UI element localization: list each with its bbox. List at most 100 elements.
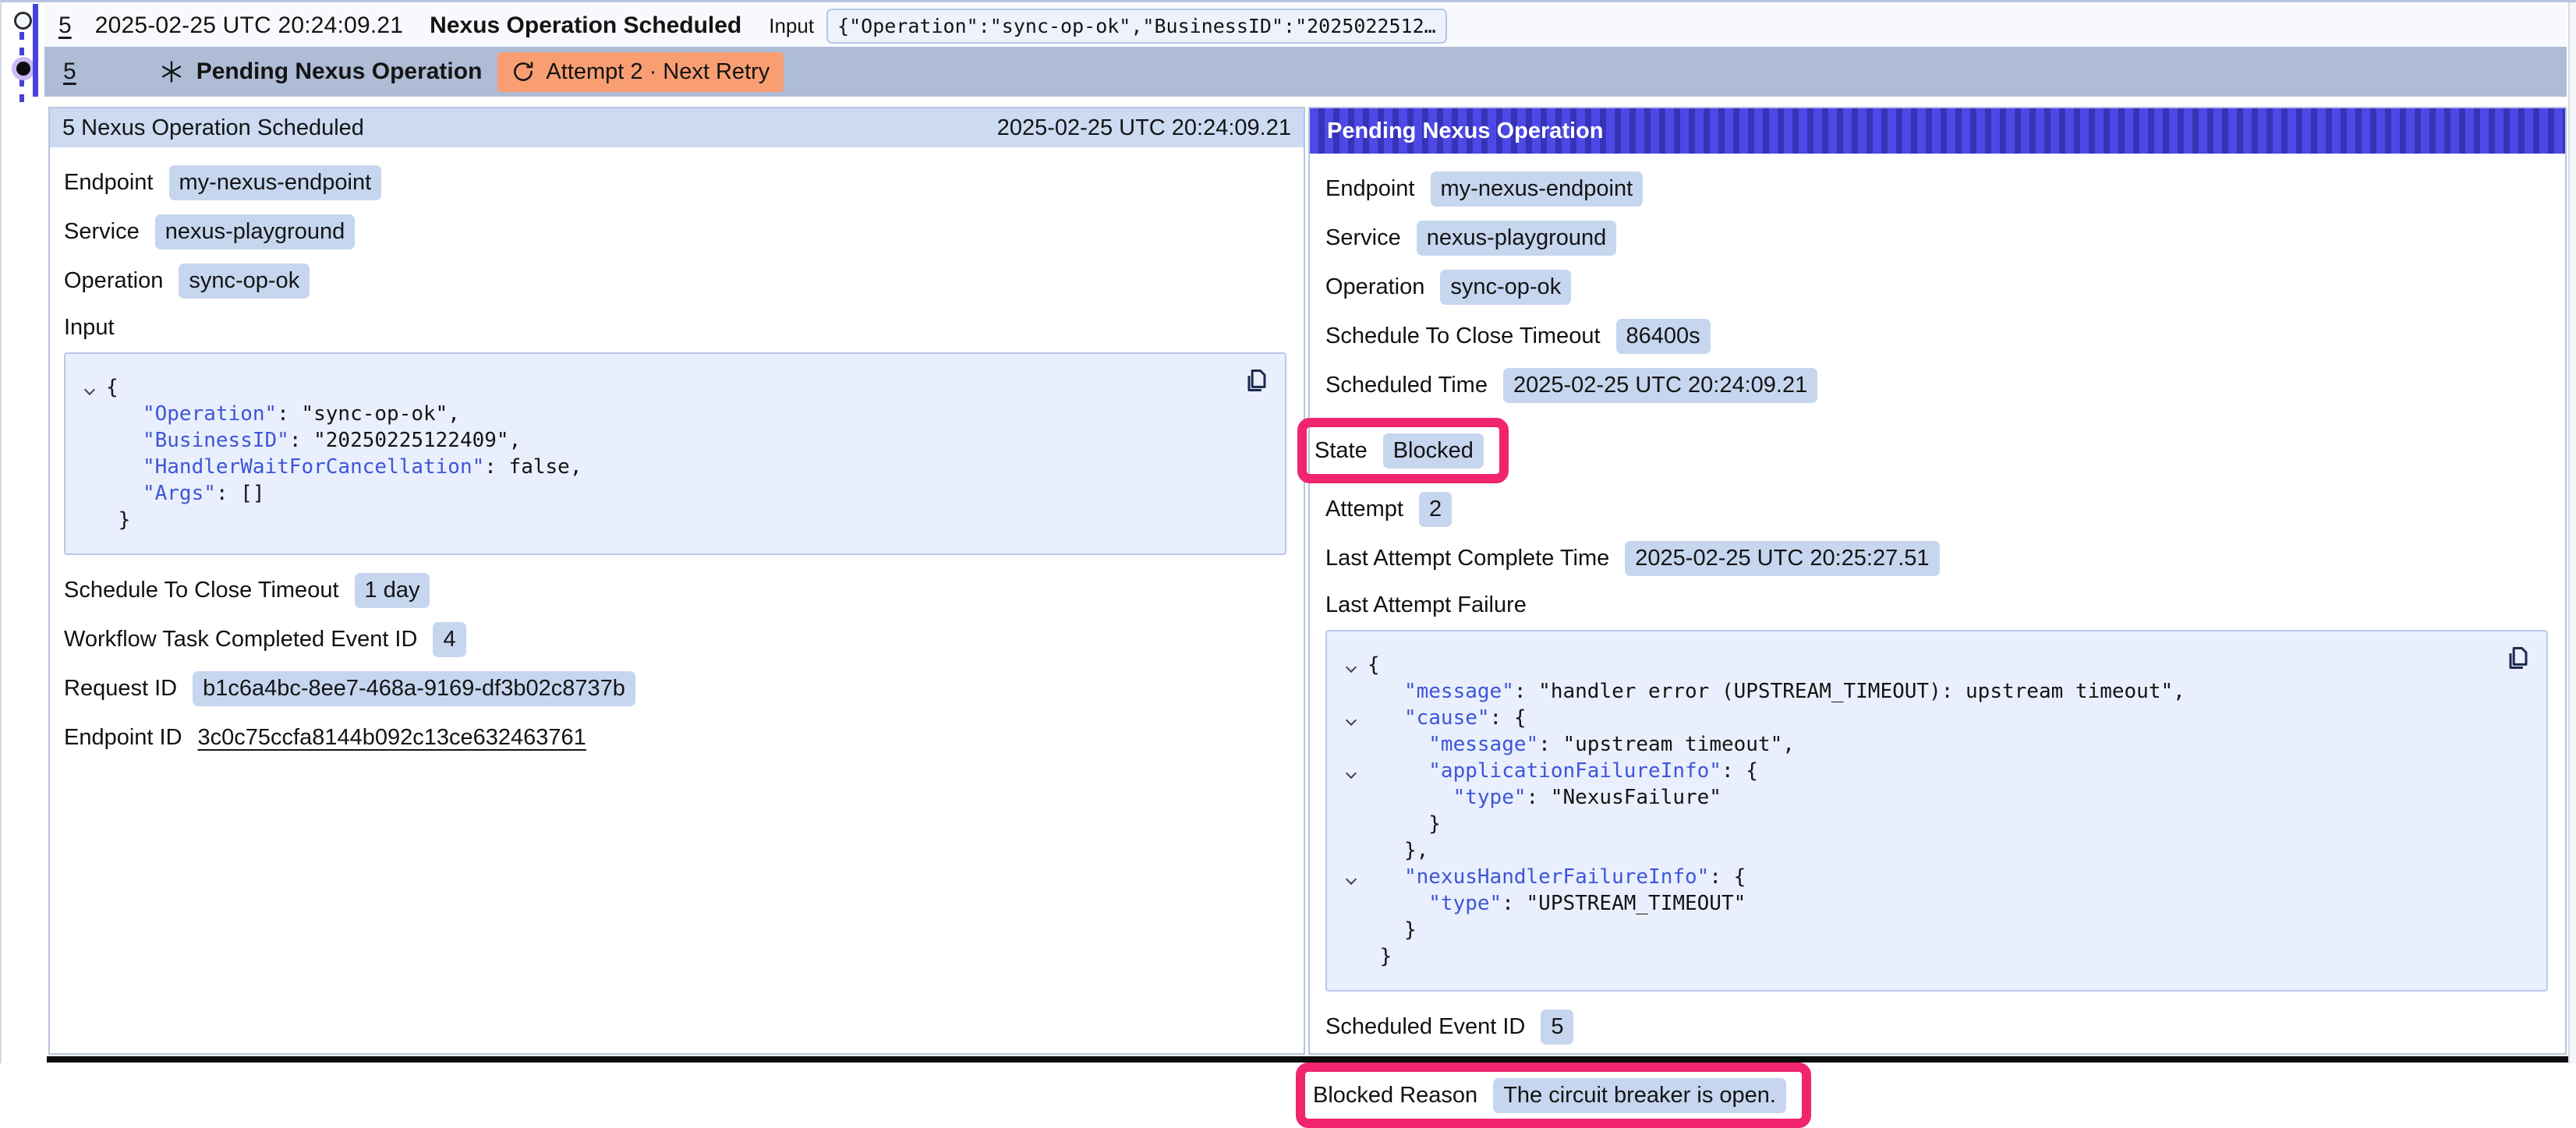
code-text: "cause": { — [1368, 705, 1527, 731]
field-row-scheduled-event-id: Scheduled Event ID 5 — [1325, 1009, 2549, 1045]
code-text: }, — [1368, 837, 1428, 864]
code-gutter — [73, 401, 106, 427]
field-row-input: Input — [64, 312, 1288, 343]
event-history-row-nexus-operation-scheduled[interactable]: 5 2025-02-25 UTC 20:24:09.21 Nexus Opera… — [44, 5, 2567, 47]
code-gutter — [1335, 943, 1368, 970]
code-gutter — [1335, 890, 1368, 917]
code-text: } — [1368, 811, 1441, 837]
code-line: "cause": { — [1335, 705, 2528, 731]
code-text: "message": "upstream timeout", — [1368, 731, 1795, 758]
event-detail-panel-title: 5 Nexus Operation Scheduled — [62, 115, 364, 141]
event-input-label: Input — [769, 14, 814, 38]
state-annotation-box: State Blocked — [1297, 418, 1509, 483]
retry-icon — [511, 60, 535, 83]
pending-panel-header: Pending Nexus Operation — [1310, 108, 2565, 154]
request-id-chip: b1c6a4bc-8ee7-468a-9169-df3b02c8737b — [193, 671, 635, 706]
collapse-chevron-icon[interactable] — [1335, 758, 1368, 784]
collapse-chevron-icon[interactable] — [1335, 864, 1368, 890]
code-gutter — [1335, 678, 1368, 705]
attempt-label: Attempt — [1325, 497, 1403, 522]
retry-status-badge: Attempt 2 · Next Retry — [497, 52, 784, 92]
field-row-request-id: Request ID b1c6a4bc-8ee7-468a-9169-df3b0… — [64, 670, 1288, 706]
schedule-to-close-timeout-label: Schedule To Close Timeout — [64, 578, 339, 603]
code-line: "HandlerWaitForCancellation": false, — [73, 454, 1266, 480]
operation-label: Operation — [64, 268, 163, 294]
code-gutter — [73, 427, 106, 454]
code-text: "HandlerWaitForCancellation": false, — [106, 454, 582, 480]
code-line: }, — [1335, 837, 2528, 864]
code-line: "type": "NexusFailure" — [1335, 784, 2528, 811]
field-row-service: Service nexus-playground — [1325, 220, 2549, 256]
copy-button[interactable] — [1241, 365, 1272, 396]
workflow-task-completed-event-id-label: Workflow Task Completed Event ID — [64, 627, 417, 652]
timeline-pending-node-core — [16, 62, 30, 76]
code-gutter — [1335, 731, 1368, 758]
request-id-label: Request ID — [64, 676, 177, 702]
pending-asterisk-icon — [159, 59, 184, 84]
copy-icon — [1241, 365, 1272, 396]
last-attempt-failure-json-viewer: { "message": "handler error (UPSTREAM_TI… — [1325, 630, 2548, 992]
endpoint-value-chip: my-nexus-endpoint — [1431, 171, 1644, 207]
code-text: "nexusHandlerFailureInfo": { — [1368, 864, 1746, 890]
code-gutter — [1335, 811, 1368, 837]
state-label: State — [1315, 438, 1368, 464]
collapse-chevron-icon[interactable] — [73, 374, 106, 401]
last-attempt-failure-label: Last Attempt Failure — [1325, 592, 1527, 618]
pending-operation-title: Pending Nexus Operation — [196, 58, 483, 85]
event-input-preview-chip[interactable]: {"Operation":"sync-op-ok","BusinessID":"… — [826, 9, 1447, 44]
field-row-operation: Operation sync-op-ok — [64, 263, 1288, 299]
code-line: } — [1335, 917, 2528, 943]
scheduled-event-id-label: Scheduled Event ID — [1325, 1014, 1525, 1040]
workflow-task-completed-event-id-chip: 4 — [433, 622, 465, 657]
code-gutter — [1335, 837, 1368, 864]
field-row-last-attempt-failure: Last Attempt Failure — [1325, 589, 2549, 621]
code-text: "Operation": "sync-op-ok", — [106, 401, 460, 427]
bottom-divider-line — [47, 1056, 2571, 1063]
scheduled-time-label: Scheduled Time — [1325, 373, 1488, 398]
service-value-chip: nexus-playground — [155, 214, 356, 249]
collapse-chevron-icon[interactable] — [1335, 705, 1368, 731]
vertical-scrollbar[interactable] — [2568, 2, 2576, 1063]
pending-event-id-link[interactable]: 5 — [63, 58, 76, 85]
field-row-schedule-to-close-timeout: Schedule To Close Timeout 86400s — [1325, 318, 2549, 354]
code-text: } — [1368, 917, 1417, 943]
service-value-chip: nexus-playground — [1417, 221, 1617, 256]
code-text: "message": "handler error (UPSTREAM_TIME… — [1368, 678, 2185, 705]
code-text: } — [106, 507, 130, 533]
field-row-scheduled-time: Scheduled Time 2025-02-25 UTC 20:24:09.2… — [1325, 367, 2549, 403]
schedule-to-close-timeout-label: Schedule To Close Timeout — [1325, 324, 1601, 349]
endpoint-id-label: Endpoint ID — [64, 725, 182, 751]
copy-button[interactable] — [2503, 642, 2534, 674]
last-attempt-complete-time-chip: 2025-02-25 UTC 20:25:27.51 — [1625, 541, 1939, 576]
operation-label: Operation — [1325, 274, 1424, 300]
code-line: "message": "handler error (UPSTREAM_TIME… — [1335, 678, 2528, 705]
field-row-workflow-task-completed-event-id: Workflow Task Completed Event ID 4 — [64, 621, 1288, 657]
endpoint-id-link[interactable]: 3c0c75ccfa8144b092c13ce632463761 — [198, 725, 586, 751]
endpoint-label: Endpoint — [1325, 176, 1415, 202]
pending-panel-title: Pending Nexus Operation — [1327, 118, 1604, 144]
code-line: "type": "UPSTREAM_TIMEOUT" — [1335, 890, 2528, 917]
pending-operation-row[interactable]: 5 Pending Nexus Operation Attempt 2 · Ne… — [44, 47, 2567, 97]
event-detail-panel-header: 5 Nexus Operation Scheduled 2025-02-25 U… — [50, 108, 1304, 147]
state-value-chip: Blocked — [1383, 433, 1484, 469]
scheduled-event-id-chip: 5 — [1541, 1010, 1573, 1045]
operation-value-chip: sync-op-ok — [179, 263, 310, 299]
attempt-value-chip: 2 — [1419, 492, 1452, 527]
selected-group-indicator-bar — [33, 4, 38, 97]
code-text: "Args": [] — [106, 480, 265, 507]
event-id-link[interactable]: 5 — [58, 12, 72, 39]
code-text: "type": "NexusFailure" — [1368, 784, 1721, 811]
pending-operation-detail-panel: Pending Nexus Operation Endpoint my-nexu… — [1308, 107, 2567, 1055]
field-row-last-attempt-complete-time: Last Attempt Complete Time 2025-02-25 UT… — [1325, 540, 2549, 576]
collapse-chevron-icon[interactable] — [1335, 652, 1368, 678]
code-line: "nexusHandlerFailureInfo": { — [1335, 864, 2528, 890]
blocked-reason-label: Blocked Reason — [1313, 1083, 1477, 1109]
last-attempt-complete-time-label: Last Attempt Complete Time — [1325, 546, 1609, 571]
schedule-to-close-timeout-chip: 86400s — [1616, 319, 1711, 354]
timeline-pending-node[interactable] — [12, 57, 35, 80]
field-row-attempt: Attempt 2 — [1325, 491, 2549, 527]
timeline-event-node[interactable] — [14, 12, 32, 30]
field-row-service: Service nexus-playground — [64, 214, 1288, 249]
retry-badge-text: Attempt 2 · Next Retry — [546, 59, 770, 85]
input-json-viewer: { "Operation": "sync-op-ok", "BusinessID… — [64, 352, 1286, 555]
